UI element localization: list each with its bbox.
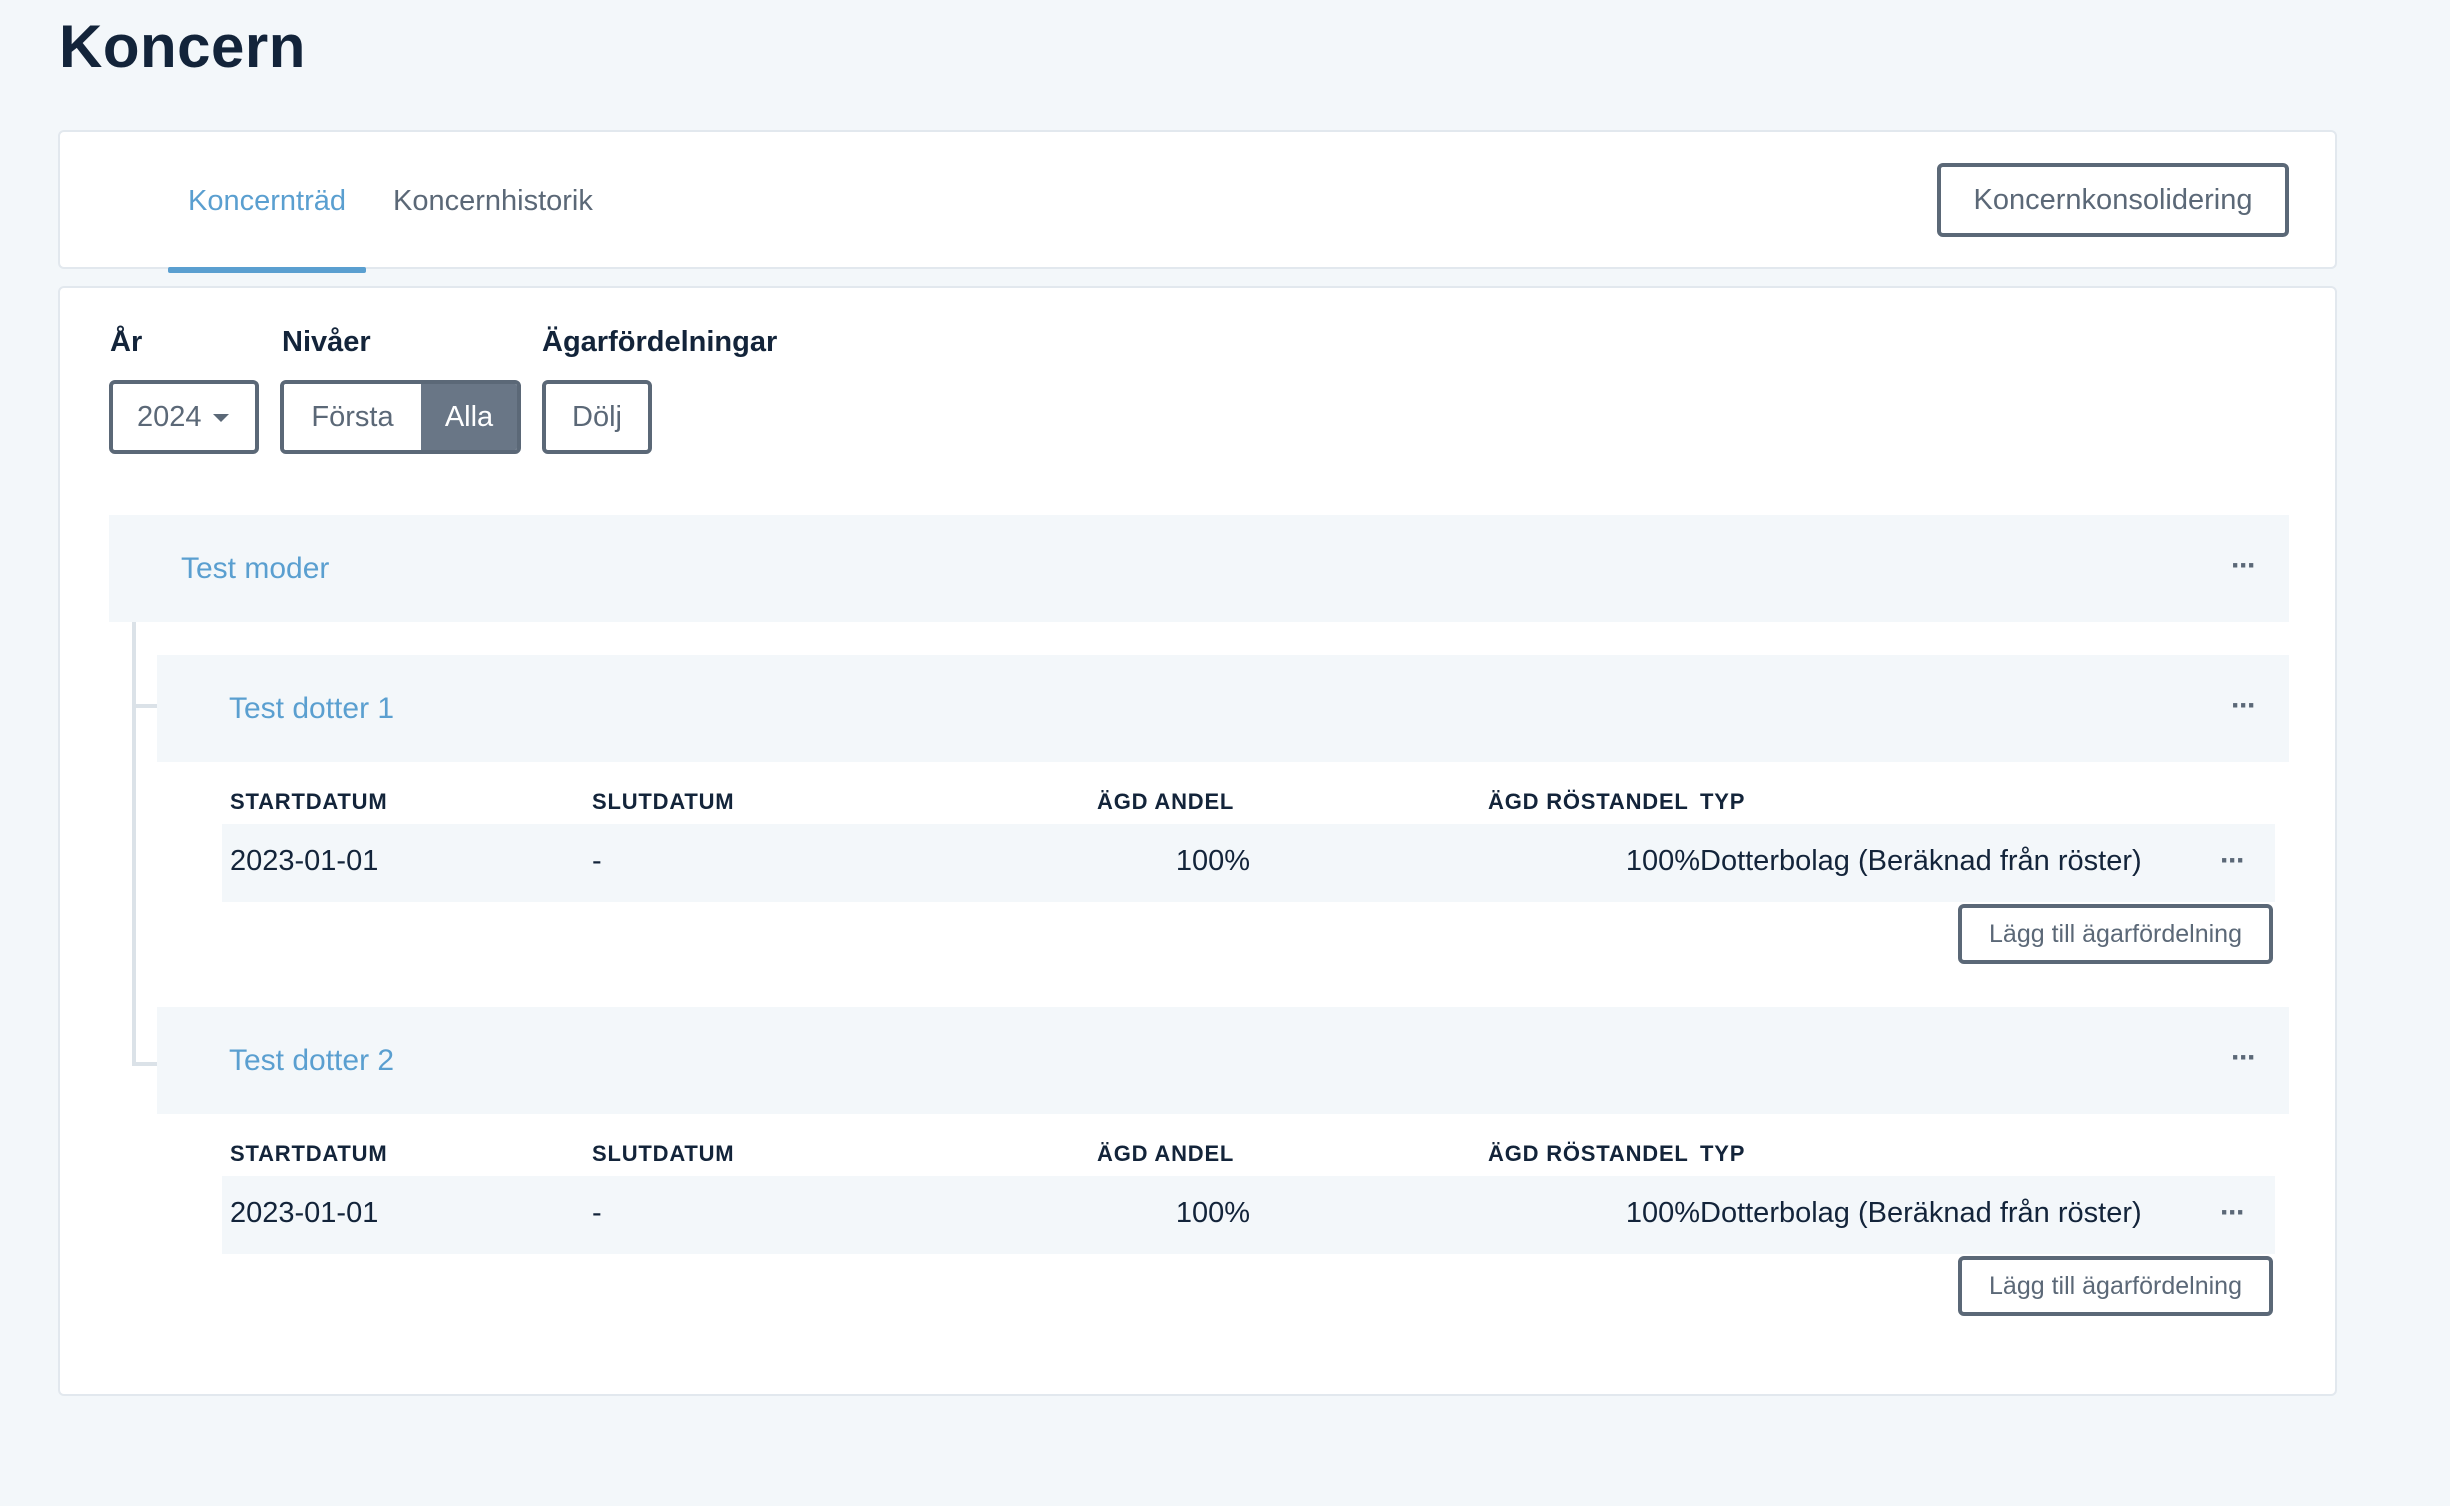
ellipsis-icon[interactable]: ···: [2231, 551, 2257, 581]
tabs-card: Koncernträd Koncernhistorik Koncernkonso…: [58, 130, 2337, 273]
column-header-type: TYP: [1700, 789, 1746, 814]
table-row: 2023-01-01 - 100% 100% Dotterbolag (Berä…: [222, 1176, 2275, 1254]
tree-connector-branch: [132, 1062, 160, 1066]
cell-end: -: [592, 845, 602, 877]
tree-connector: [132, 622, 136, 1066]
cell-share: 100%: [1175, 845, 1250, 877]
parent-node: Test moder ···: [109, 515, 2289, 622]
ellipsis-icon[interactable]: ···: [2220, 846, 2246, 876]
cell-type: Dotterbolag (Beräknad från röster): [1700, 845, 2142, 877]
column-header-share: ÄGD ANDEL: [1097, 789, 1235, 814]
column-header-share: ÄGD ANDEL: [1097, 1141, 1235, 1166]
child-node-name[interactable]: Test dotter 1: [229, 655, 394, 762]
child-node-name[interactable]: Test dotter 2: [229, 1007, 394, 1114]
year-select-value: 2024: [137, 400, 202, 433]
levels-option-all[interactable]: Alla: [421, 384, 517, 450]
table-row: 2023-01-01 - 100% 100% Dotterbolag (Berä…: [222, 824, 2275, 902]
cell-start: 2023-01-01: [230, 845, 379, 877]
child-node: Test dotter 1 ···: [157, 655, 2289, 762]
child-node: Test dotter 2 ···: [157, 1007, 2289, 1114]
group-tree-card: År Nivåer Ägarfördelningar 2024 Första A…: [58, 286, 2337, 1396]
cell-share: 100%: [1175, 1197, 1250, 1229]
ownership-label: Ägarfördelningar: [542, 326, 778, 358]
column-header-vote: ÄGD RÖSTANDEL: [1488, 789, 1689, 814]
cell-vote: 100%: [1625, 845, 1700, 877]
levels-label: Nivåer: [282, 326, 371, 358]
ellipsis-icon[interactable]: ···: [2220, 1198, 2246, 1228]
ellipsis-icon[interactable]: ···: [2231, 1043, 2257, 1073]
cell-type: Dotterbolag (Beräknad från röster): [1700, 1197, 2142, 1229]
year-label: År: [110, 326, 143, 358]
ellipsis-icon[interactable]: ···: [2231, 691, 2257, 721]
cell-vote: 100%: [1625, 1197, 1700, 1229]
levels-toggle: Första Alla: [280, 380, 521, 454]
year-select[interactable]: 2024: [109, 380, 259, 454]
tab-koncerntrad[interactable]: Koncernträd: [168, 132, 366, 273]
column-header-type: TYP: [1700, 1141, 1746, 1166]
column-header-end: SLUTDATUM: [592, 789, 735, 814]
column-header-end: SLUTDATUM: [592, 1141, 735, 1166]
cell-end: -: [592, 1197, 602, 1229]
column-header-vote: ÄGD RÖSTANDEL: [1488, 1141, 1689, 1166]
tab-koncernhistorik[interactable]: Koncernhistorik: [373, 132, 613, 271]
levels-option-first[interactable]: Första: [284, 384, 421, 450]
chevron-down-icon: [213, 414, 229, 422]
tree-connector-branch: [132, 704, 160, 708]
cell-start: 2023-01-01: [230, 1197, 379, 1229]
add-ownership-button[interactable]: Lägg till ägarfördelning: [1958, 1256, 2273, 1316]
column-header-start: STARTDATUM: [230, 1141, 388, 1166]
consolidation-button[interactable]: Koncernkonsolidering: [1937, 163, 2289, 237]
column-header-start: STARTDATUM: [230, 789, 388, 814]
parent-node-name[interactable]: Test moder: [181, 515, 329, 622]
hide-ownership-button[interactable]: Dölj: [542, 380, 652, 454]
page-title: Koncern: [59, 13, 306, 80]
add-ownership-button[interactable]: Lägg till ägarfördelning: [1958, 904, 2273, 964]
